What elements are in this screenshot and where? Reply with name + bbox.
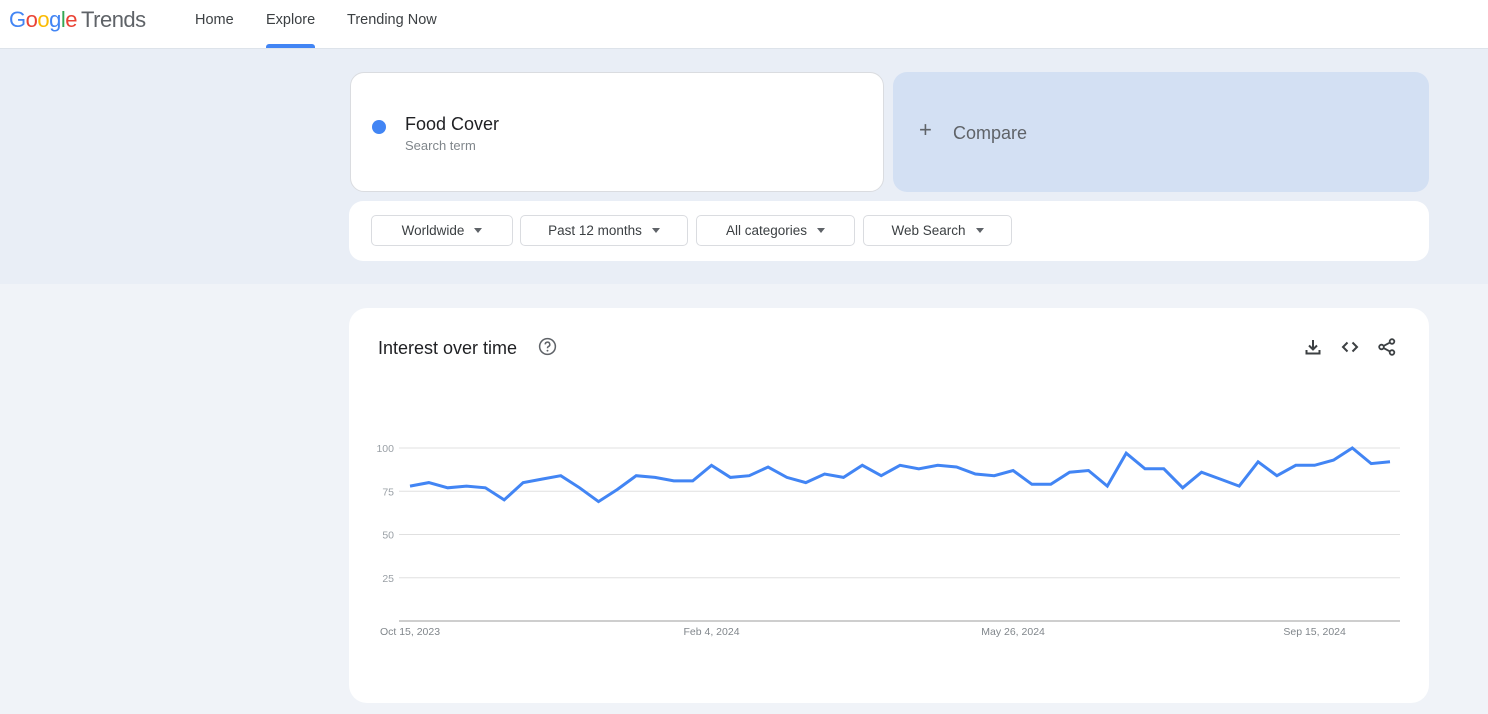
data-point[interactable] bbox=[611, 484, 623, 496]
data-point[interactable] bbox=[517, 477, 529, 489]
filter-search-type[interactable]: Web Search bbox=[863, 215, 1012, 246]
filter-category[interactable]: All categories bbox=[696, 215, 855, 246]
data-point[interactable] bbox=[404, 480, 416, 492]
nav-home[interactable]: Home bbox=[195, 0, 234, 48]
data-point[interactable] bbox=[461, 480, 473, 492]
data-point[interactable] bbox=[1064, 466, 1076, 478]
x-tick-label: Sep 15, 2024 bbox=[1283, 626, 1346, 638]
filter-time-range[interactable]: Past 12 months bbox=[520, 215, 688, 246]
dropdown-caret-icon bbox=[817, 228, 826, 233]
data-point[interactable] bbox=[781, 471, 793, 483]
data-point[interactable] bbox=[1290, 459, 1302, 471]
data-point[interactable] bbox=[649, 471, 661, 483]
data-point[interactable] bbox=[1214, 473, 1226, 485]
data-point[interactable] bbox=[856, 459, 868, 471]
data-point[interactable] bbox=[1365, 458, 1377, 470]
data-point[interactable] bbox=[498, 494, 510, 506]
y-tick-label: 75 bbox=[382, 486, 394, 498]
data-point[interactable] bbox=[743, 470, 755, 482]
data-point[interactable] bbox=[1120, 447, 1132, 459]
dropdown-caret-icon bbox=[975, 228, 984, 233]
data-point[interactable] bbox=[442, 482, 454, 494]
search-term-name[interactable]: Food Cover bbox=[405, 114, 499, 135]
data-point[interactable] bbox=[706, 459, 718, 471]
filter-location[interactable]: Worldwide bbox=[371, 215, 513, 246]
data-point[interactable] bbox=[479, 482, 491, 494]
data-point[interactable] bbox=[837, 471, 849, 483]
dropdown-caret-icon bbox=[651, 228, 660, 233]
y-tick-label: 100 bbox=[376, 443, 394, 455]
data-point[interactable] bbox=[724, 471, 736, 483]
data-point[interactable] bbox=[1082, 464, 1094, 476]
x-tick-label: Feb 4, 2024 bbox=[684, 626, 740, 638]
plus-icon: + bbox=[919, 117, 932, 142]
data-point[interactable] bbox=[1309, 459, 1321, 471]
data-point[interactable] bbox=[1026, 478, 1038, 490]
google-trends-logo[interactable]: Google Trends bbox=[9, 7, 146, 33]
data-point[interactable] bbox=[894, 459, 906, 471]
data-point[interactable] bbox=[555, 470, 567, 482]
search-term-type: Search term bbox=[405, 138, 476, 153]
data-point[interactable] bbox=[1158, 463, 1170, 475]
data-point[interactable] bbox=[687, 475, 699, 487]
data-point[interactable] bbox=[1196, 466, 1208, 478]
data-point[interactable] bbox=[1007, 464, 1019, 476]
data-point[interactable] bbox=[819, 468, 831, 480]
data-point[interactable] bbox=[536, 473, 548, 485]
data-point[interactable] bbox=[1327, 454, 1339, 466]
data-point[interactable] bbox=[1101, 480, 1113, 492]
data-point[interactable] bbox=[969, 468, 981, 480]
interest-line-chart: 25 50 75 100 Oct 15, 2023 Feb 4, 2024 May 26,… bbox=[376, 442, 1400, 638]
top-app-bar: Google Trends Home Explore Trending Now bbox=[0, 0, 1488, 49]
y-tick-label: 50 bbox=[382, 530, 394, 542]
data-point[interactable] bbox=[913, 463, 925, 475]
data-point[interactable] bbox=[1177, 482, 1189, 494]
nav-explore[interactable]: Explore bbox=[266, 0, 316, 48]
data-point[interactable] bbox=[668, 475, 680, 487]
search-term-card[interactable]: Food Cover Search term bbox=[350, 72, 884, 192]
data-point[interactable] bbox=[1271, 470, 1283, 482]
data-point[interactable] bbox=[762, 461, 774, 473]
compare-label: Compare bbox=[953, 123, 1028, 143]
term-color-dot bbox=[372, 120, 386, 134]
data-point[interactable] bbox=[1384, 456, 1396, 468]
compare-button[interactable]: + Compare bbox=[893, 72, 1429, 192]
data-point[interactable] bbox=[1139, 463, 1151, 475]
x-tick-label: May 26, 2024 bbox=[981, 626, 1045, 638]
data-point[interactable] bbox=[1045, 478, 1057, 490]
data-point[interactable] bbox=[988, 470, 1000, 482]
data-point[interactable] bbox=[574, 482, 586, 494]
data-point[interactable] bbox=[1346, 442, 1358, 454]
x-tick-label: Oct 15, 2023 bbox=[380, 626, 440, 638]
data-point[interactable] bbox=[932, 459, 944, 471]
data-point[interactable] bbox=[592, 496, 604, 508]
interest-over-time-card: Interest over time 25 50 75 100 Oct 15, 202… bbox=[349, 308, 1429, 703]
y-tick-label: 25 bbox=[382, 573, 394, 585]
data-point[interactable] bbox=[875, 470, 887, 482]
data-point[interactable] bbox=[1233, 480, 1245, 492]
filters-bar: Worldwide Past 12 months All categories … bbox=[349, 201, 1429, 261]
data-point[interactable] bbox=[630, 470, 642, 482]
data-point[interactable] bbox=[1252, 456, 1264, 468]
data-point[interactable] bbox=[800, 477, 812, 489]
dropdown-caret-icon bbox=[474, 228, 483, 233]
data-point[interactable] bbox=[423, 477, 435, 489]
data-point[interactable] bbox=[951, 461, 963, 473]
nav-trending-now[interactable]: Trending Now bbox=[347, 0, 437, 48]
